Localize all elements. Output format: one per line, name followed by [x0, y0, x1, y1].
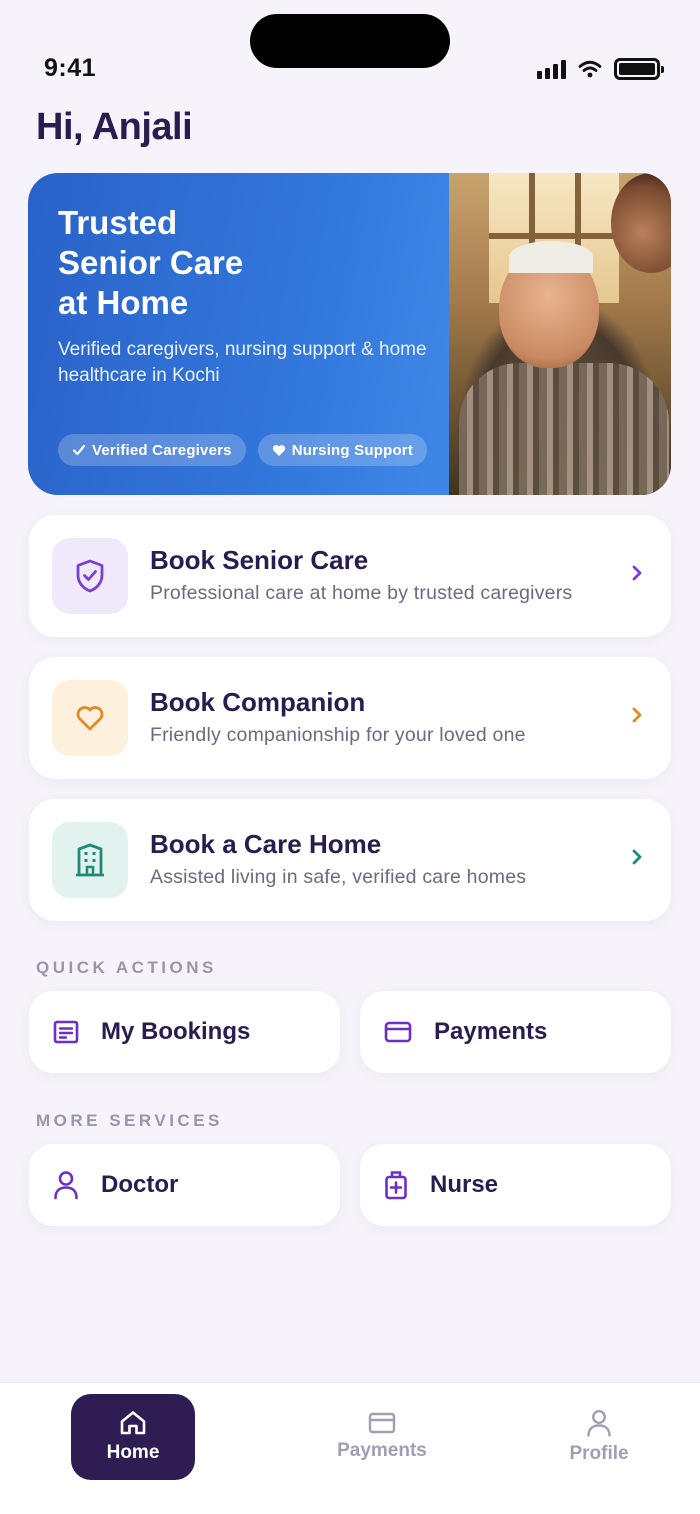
- service-title: Book Companion: [150, 687, 366, 717]
- tile-label: Doctor: [101, 1171, 179, 1198]
- hero-text: Trusted Senior Care at Home Verified car…: [58, 203, 448, 389]
- more-services-label: MORE SERVICES: [36, 1111, 223, 1130]
- tile-label: Payments: [434, 1018, 548, 1045]
- my-bookings-button[interactable]: My Bookings: [29, 991, 340, 1073]
- bottom-nav: Home Payments Profile: [0, 1382, 700, 1514]
- chip-verified-caregivers: Verified Caregivers: [58, 434, 246, 466]
- shield-check-icon: [76, 559, 104, 593]
- tile-label: My Bookings: [101, 1018, 251, 1045]
- battery-icon: [614, 58, 664, 80]
- service-title: Book Senior Care: [150, 545, 369, 575]
- service-icon-container: [52, 538, 128, 614]
- nav-payments[interactable]: Payments: [320, 1394, 444, 1480]
- hero-chips: Verified Caregivers Nursing Support: [58, 434, 428, 466]
- service-icon-container: [52, 680, 128, 756]
- service-icon-container: [52, 822, 128, 898]
- nav-label: Payments: [337, 1440, 427, 1461]
- list-icon: [53, 1020, 79, 1044]
- nav-label: Profile: [569, 1443, 629, 1464]
- service-description: Friendly companionship for your loved on…: [150, 724, 526, 746]
- medical-kit-icon: [385, 1171, 407, 1200]
- check-icon: [72, 444, 86, 456]
- payments-button[interactable]: Payments: [360, 991, 671, 1073]
- chip-nursing-support: Nursing Support: [257, 434, 428, 466]
- signal-icon: [537, 59, 566, 79]
- nav-home[interactable]: Home: [71, 1394, 195, 1480]
- heart-icon: [76, 706, 104, 731]
- heart-icon: [272, 444, 285, 456]
- chevron-right-icon: [632, 849, 642, 865]
- home-icon: [120, 1411, 146, 1435]
- person-icon: [587, 1409, 611, 1437]
- card-icon: [368, 1412, 396, 1434]
- status-icons: [537, 58, 664, 80]
- service-description: Professional care at home by trusted car…: [150, 582, 573, 604]
- hero-photo: [449, 173, 671, 495]
- person-icon: [54, 1171, 78, 1200]
- chevron-right-icon: [632, 707, 642, 723]
- book-senior-care-card[interactable]: Book Senior Care Professional care at ho…: [29, 515, 671, 637]
- hero-subtitle: Verified caregivers, nursing support & h…: [58, 339, 427, 386]
- book-care-home-card[interactable]: Book a Care Home Assisted living in safe…: [29, 799, 671, 921]
- service-title: Book a Care Home: [150, 829, 382, 859]
- doctor-button[interactable]: Doctor: [29, 1144, 340, 1226]
- hero-title: Trusted Senior Care at Home: [58, 204, 244, 321]
- hero-banner[interactable]: Trusted Senior Care at Home Verified car…: [28, 173, 671, 495]
- building-icon: [76, 843, 104, 877]
- greeting-title: Hi, Anjali: [36, 106, 193, 148]
- dynamic-island: [250, 14, 450, 68]
- status-bar: 9:41: [0, 0, 700, 100]
- card-icon: [384, 1021, 412, 1043]
- quick-actions-label: QUICK ACTIONS: [36, 958, 217, 977]
- nurse-button[interactable]: Nurse: [360, 1144, 671, 1226]
- nav-label: Home: [106, 1442, 160, 1463]
- status-time: 9:41: [44, 54, 97, 82]
- nav-profile[interactable]: Profile: [537, 1394, 661, 1480]
- book-companion-card[interactable]: Book Companion Friendly companionship fo…: [29, 657, 671, 779]
- wifi-icon: [578, 60, 602, 78]
- tile-label: Nurse: [430, 1171, 499, 1198]
- chevron-right-icon: [632, 565, 642, 581]
- service-description: Assisted living in safe, verified care h…: [150, 866, 527, 888]
